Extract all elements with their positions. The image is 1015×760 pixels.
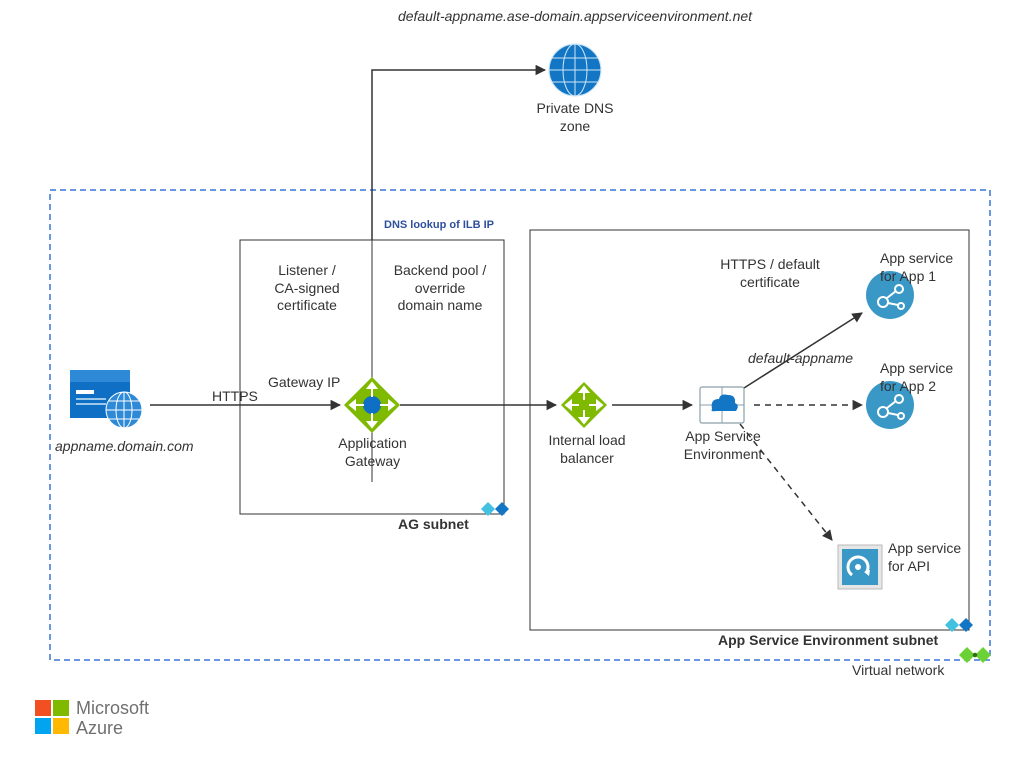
backend-pool-label: Backend pool / override domain name [380, 262, 500, 315]
https-default-label: HTTPS / default certificate [710, 256, 830, 291]
arrow-dns [372, 70, 545, 240]
azure-brand: Azure [76, 717, 123, 740]
dns-domain-label: default-appname.ase-domain.appserviceenv… [300, 8, 850, 26]
private-dns-label: Private DNS zone [530, 100, 620, 135]
ase-subnet-label: App Service Environment subnet [718, 632, 938, 650]
default-appname-label: default-appname [748, 350, 853, 368]
ase-icon [700, 387, 744, 423]
api-label: App service for API [888, 540, 978, 575]
ms-logo-icon [35, 700, 69, 734]
app1-label: App service for App 1 [880, 250, 970, 285]
client-domain-label: appname.domain.com [55, 438, 194, 456]
ilb-icon [561, 382, 607, 428]
https-label: HTTPS [212, 388, 258, 406]
dns-icon [549, 44, 601, 96]
ag-subnet-label: AG subnet [398, 516, 469, 534]
dns-lookup-label: DNS lookup of ILB IP [384, 219, 494, 233]
vnet-label: Virtual network [852, 662, 944, 680]
ase-label: App Service Environment [678, 428, 768, 463]
app-gateway-label: Application Gateway [330, 435, 415, 470]
architecture-diagram: default-appname.ase-domain.appserviceenv… [0, 0, 1015, 760]
ilb-label: Internal load balancer [542, 432, 632, 467]
client-icon [70, 370, 142, 428]
app2-label: App service for App 2 [880, 360, 970, 395]
api-icon [838, 545, 882, 589]
listener-label: Listener / CA-signed certificate [252, 262, 362, 315]
gateway-ip-label: Gateway IP [268, 374, 340, 392]
app-gateway-icon [344, 377, 400, 433]
